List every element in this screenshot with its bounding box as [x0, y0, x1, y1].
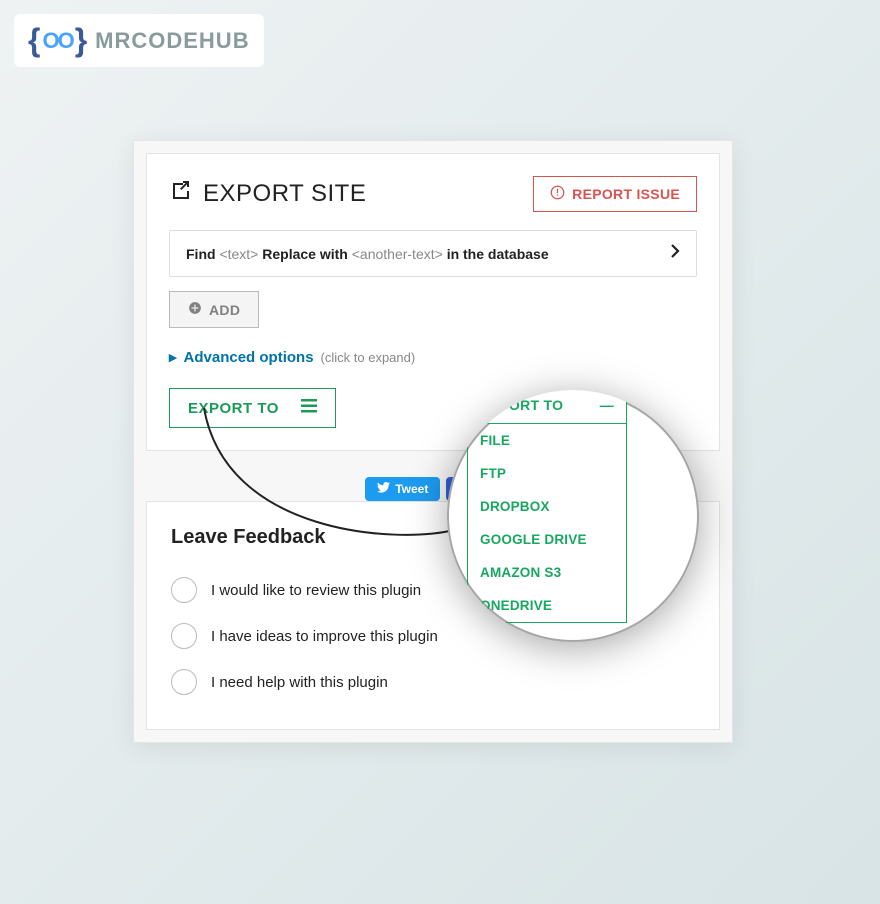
find-replace-text: Find <text> Replace with <another-text> …: [186, 246, 549, 262]
caret-right-icon: ▸: [169, 348, 177, 366]
find-replace-row[interactable]: Find <text> Replace with <another-text> …: [169, 230, 697, 277]
advanced-options-toggle[interactable]: ▸ Advanced options (click to expand): [169, 348, 697, 366]
dropdown-item-amazons3[interactable]: AMAZON S3: [468, 556, 626, 589]
alert-icon: [550, 185, 565, 203]
chevron-right-icon: [670, 244, 680, 263]
dropdown-item-file[interactable]: FILE: [468, 424, 626, 457]
export-to-dropdown[interactable]: EXPORT TO — FILE FTP DROPBOX GOOGLE DRIV…: [467, 390, 627, 623]
twitter-icon: [377, 482, 390, 496]
brace-icon: {OO}: [28, 22, 87, 59]
menu-icon: [301, 399, 317, 417]
page-title: EXPORT SITE: [169, 179, 366, 210]
tweet-button[interactable]: Tweet: [365, 477, 440, 501]
feedback-option-help[interactable]: I need help with this plugin: [171, 659, 695, 705]
dropdown-header[interactable]: EXPORT TO —: [468, 390, 626, 424]
plus-circle-icon: [188, 301, 202, 318]
add-button[interactable]: ADD: [169, 291, 259, 328]
radio-icon: [171, 623, 197, 649]
report-issue-button[interactable]: REPORT ISSUE: [533, 176, 697, 212]
dropdown-item-dropbox[interactable]: DROPBOX: [468, 490, 626, 523]
minus-icon: —: [600, 397, 614, 413]
dropdown-item-ftp[interactable]: FTP: [468, 457, 626, 490]
export-to-button[interactable]: EXPORT TO: [169, 388, 336, 428]
dropdown-item-onedrive[interactable]: ONEDRIVE: [468, 589, 626, 622]
zoom-lens: Do not re EXPORT TO — FILE FTP DROPBOX G…: [447, 390, 699, 642]
brand-logo: {OO} MRCODEHUB: [14, 14, 264, 67]
brand-name: MRCODEHUB: [95, 28, 249, 54]
radio-icon: [171, 669, 197, 695]
radio-icon: [171, 577, 197, 603]
export-icon: [169, 179, 193, 210]
dropdown-item-googledrive[interactable]: GOOGLE DRIVE: [468, 523, 626, 556]
